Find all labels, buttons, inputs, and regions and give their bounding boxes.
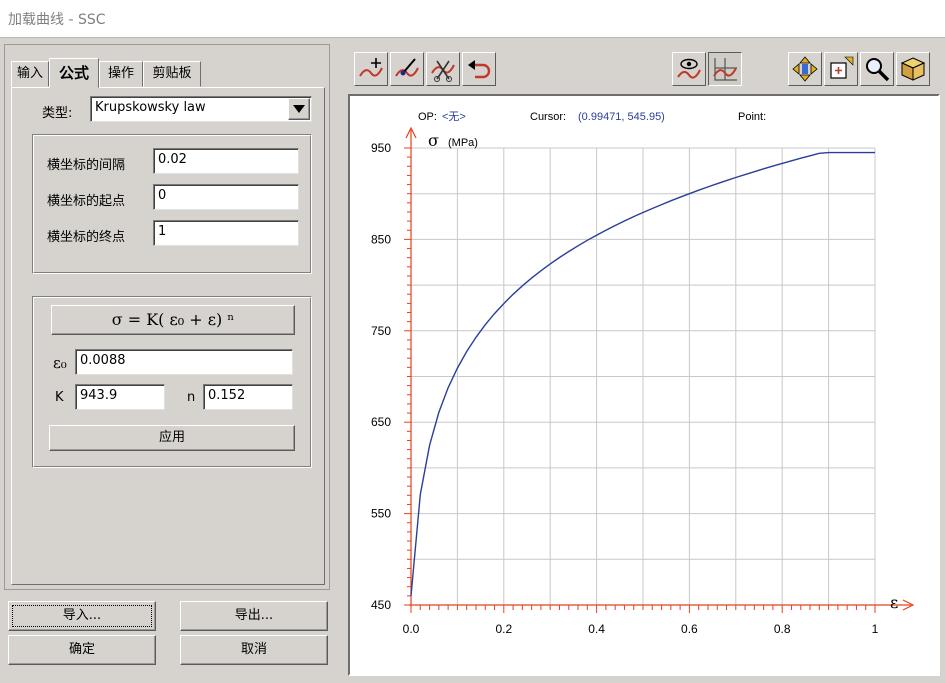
k-label: K	[55, 390, 64, 405]
chart-panel: OP: <无> Cursor: (0.99471, 545.95) Point:…	[342, 44, 942, 680]
y-tick-label: 750	[371, 324, 391, 338]
cancel-button[interactable]: 取消	[180, 635, 328, 665]
tab-input[interactable]: 输入	[11, 61, 49, 87]
ok-button[interactable]: 确定	[8, 635, 156, 665]
undo-button[interactable]	[462, 52, 496, 86]
type-dropdown-button[interactable]	[288, 98, 310, 120]
edit-point-icon	[395, 58, 419, 77]
x-tick-label: 0.0	[403, 622, 420, 636]
grid-curve-icon	[713, 58, 737, 81]
formula-display: σ = K( ε₀ + ε) ⁿ	[51, 305, 295, 335]
delete-point-icon	[431, 60, 455, 82]
zoom-box-button[interactable]	[824, 52, 858, 86]
left-panel: 输入 公式 操作 剪贴板 类型: Krupskowsky law 横坐标的间隔 …	[4, 44, 330, 590]
3d-box-button[interactable]	[896, 52, 930, 86]
pan-icon	[792, 56, 818, 82]
chart-area[interactable]: OP: <无> Cursor: (0.99471, 545.95) Point:…	[348, 94, 940, 676]
y-tick-label: 550	[371, 507, 391, 521]
chart-svg[interactable]: OP: <无> Cursor: (0.99471, 545.95) Point:…	[350, 96, 938, 674]
cursor-value: (0.99471, 545.95)	[578, 111, 665, 123]
eps0-label: ε₀	[53, 354, 67, 372]
x-axis-label: ε	[890, 593, 898, 612]
x-tick-label: 1	[872, 622, 879, 636]
interval-label: 横坐标的间隔	[47, 158, 126, 173]
tab-operation[interactable]: 操作	[99, 61, 143, 87]
eps0-input[interactable]: 0.0088	[75, 349, 293, 375]
window-title: 加载曲线 - SSC	[8, 12, 106, 28]
tab-formula[interactable]: 公式	[49, 58, 99, 88]
x-tick-label: 0.6	[681, 622, 698, 636]
import-button[interactable]: 导入...	[8, 601, 156, 631]
undo-icon	[468, 60, 491, 79]
3d-box-icon	[900, 57, 926, 81]
y-tick-label: 450	[371, 598, 391, 612]
axes	[404, 126, 915, 613]
type-select-value: Krupskowsky law	[95, 100, 206, 115]
type-label: 类型:	[42, 106, 73, 121]
formula-tab-panel: 类型: Krupskowsky law 横坐标的间隔 0.02 横坐标的起点 0…	[11, 87, 325, 585]
y-tick-label: 850	[371, 232, 391, 246]
y-tick-label: 650	[371, 415, 391, 429]
zoom-icon	[866, 58, 890, 82]
op-label: OP:	[418, 111, 437, 123]
n-input[interactable]: 0.152	[203, 384, 293, 410]
cursor-label: Cursor:	[530, 111, 566, 123]
title-bar: 加载曲线 - SSC	[0, 0, 945, 38]
start-label: 横坐标的起点	[47, 194, 126, 209]
k-input[interactable]: 943.9	[75, 384, 165, 410]
view-curve-icon	[677, 58, 701, 79]
point-label: Point:	[738, 111, 766, 123]
grid-lines	[411, 147, 876, 605]
zoom-box-icon	[830, 56, 854, 79]
y-axis-label: σ	[428, 131, 439, 150]
zoom-button[interactable]	[860, 52, 894, 86]
x-tick-label: 0.2	[495, 622, 512, 636]
y-tick-label: 950	[371, 141, 391, 155]
range-group: 横坐标的间隔 0.02 横坐标的起点 0 横坐标的终点 1	[32, 134, 312, 274]
add-point-button[interactable]	[354, 52, 388, 86]
chevron-down-icon	[293, 105, 305, 113]
formula-group: σ = K( ε₀ + ε) ⁿ ε₀ 0.0088 K 943.9 n 0.1…	[32, 296, 312, 468]
end-label: 横坐标的终点	[47, 230, 126, 245]
interval-input[interactable]: 0.02	[153, 148, 299, 174]
apply-button[interactable]: 应用	[49, 425, 295, 451]
x-tick-label: 0.8	[774, 622, 791, 636]
type-select[interactable]: Krupskowsky law	[90, 96, 312, 122]
n-label: n	[187, 390, 196, 405]
start-input[interactable]: 0	[153, 184, 299, 210]
chart-toolbar	[342, 44, 942, 90]
add-point-icon	[359, 58, 383, 77]
end-input[interactable]: 1	[153, 220, 299, 246]
tab-clipboard[interactable]: 剪贴板	[143, 61, 201, 87]
export-button[interactable]: 导出...	[180, 601, 328, 631]
op-value: <无>	[442, 111, 466, 123]
pan-button[interactable]	[788, 52, 822, 86]
grid-curve-button[interactable]	[708, 52, 742, 86]
x-tick-label: 0.4	[588, 622, 605, 636]
view-curve-button[interactable]	[672, 52, 706, 86]
edit-point-button[interactable]	[390, 52, 424, 86]
y-axis-unit: (MPa)	[448, 137, 478, 149]
delete-point-button[interactable]	[426, 52, 460, 86]
